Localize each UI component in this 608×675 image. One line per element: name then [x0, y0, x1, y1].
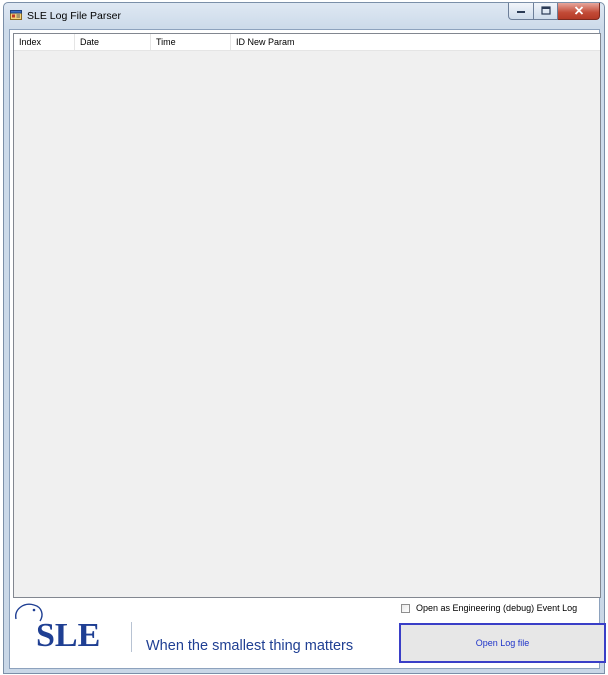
title-bar[interactable]: SLE Log File Parser: [4, 3, 604, 29]
column-header-index[interactable]: Index: [14, 34, 75, 50]
app-window-icon[interactable]: [10, 9, 22, 21]
minimize-button[interactable]: [508, 3, 534, 20]
debug-event-log-label[interactable]: Open as Engineering (debug) Event Log: [416, 603, 577, 613]
main-window: SLE Log File Parser Index Date Time ID N…: [3, 2, 606, 674]
tagline: When the smallest thing matters: [146, 638, 354, 654]
window-title: SLE Log File Parser: [27, 10, 121, 22]
debug-event-log-option[interactable]: Open as Engineering (debug) Event Log: [401, 602, 577, 614]
close-button[interactable]: [558, 3, 600, 20]
logo-divider: [131, 622, 132, 652]
open-log-file-button[interactable]: Open Log file: [399, 623, 606, 663]
column-header-id-new-param[interactable]: ID New Param: [231, 34, 371, 50]
debug-event-log-checkbox[interactable]: [401, 603, 410, 613]
column-header-time[interactable]: Time: [151, 34, 231, 50]
column-header-date[interactable]: Date: [75, 34, 151, 50]
client-area: Index Date Time ID New Param SLE When th…: [9, 29, 606, 669]
minimize-icon: [516, 6, 526, 16]
maximize-icon: [540, 5, 551, 17]
window-controls: [508, 3, 600, 21]
maximize-button[interactable]: [534, 3, 558, 20]
logo-text: SLE: [36, 617, 100, 654]
close-icon: [574, 5, 584, 17]
list-header: Index Date Time ID New Param: [14, 34, 600, 51]
sle-logo: SLE: [12, 599, 122, 655]
log-list-view[interactable]: Index Date Time ID New Param: [13, 33, 601, 598]
